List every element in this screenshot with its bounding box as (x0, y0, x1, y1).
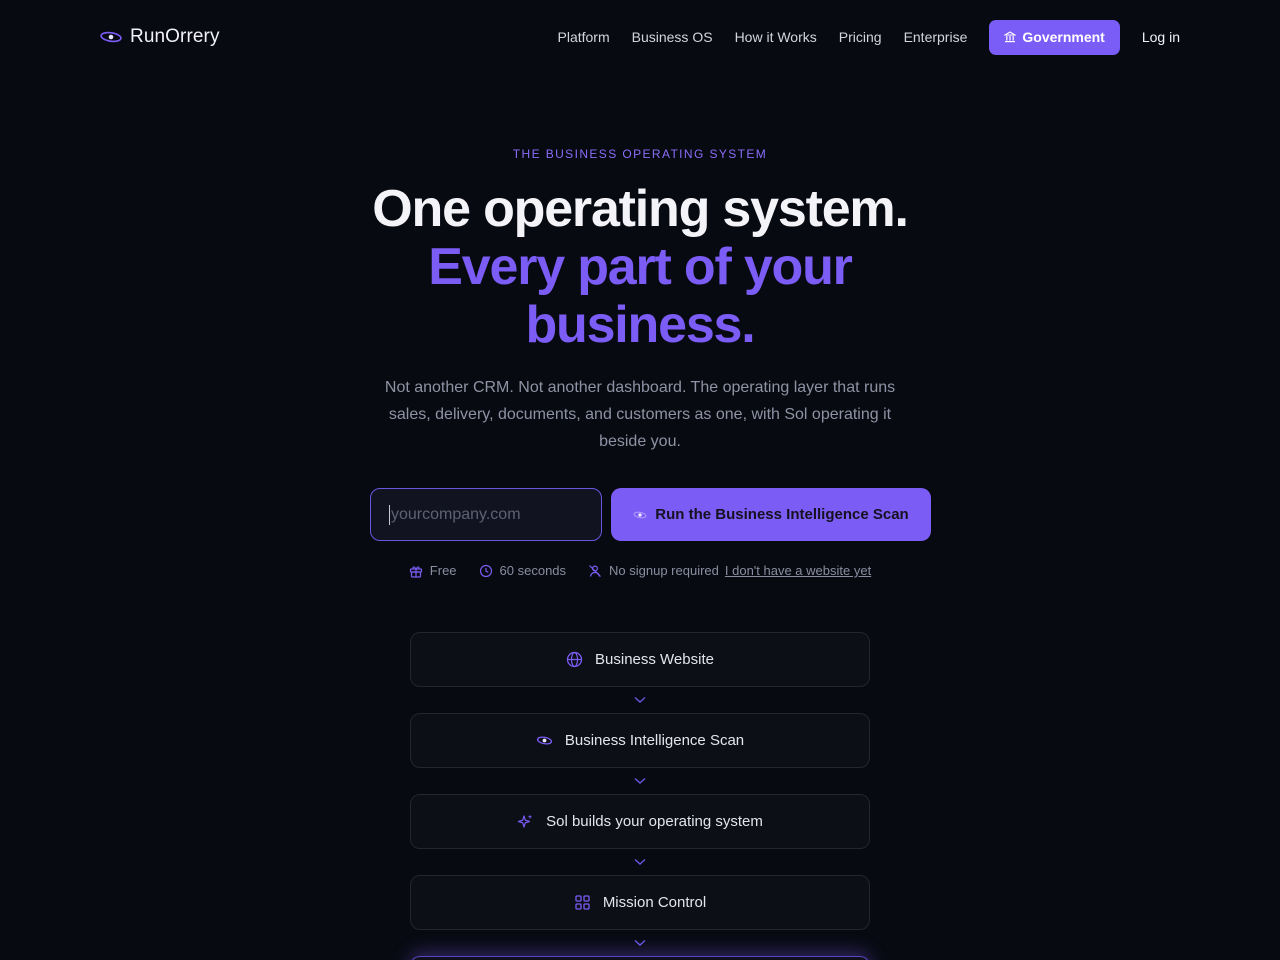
government-label: Government (1022, 29, 1105, 45)
run-scan-button[interactable]: Run the Business Intelligence Scan (611, 488, 931, 541)
login-link[interactable]: Log in (1142, 29, 1180, 45)
brand-name: RunOrrery (130, 26, 220, 47)
hero-headline: One operating system. Every part of your… (0, 180, 1280, 354)
flow-step-label: Business Website (595, 651, 714, 668)
hero-subtitle: Not another CRM. Not another dashboard. … (384, 379, 896, 450)
grid-icon (575, 895, 590, 910)
perks-row: Free 60 seconds No signup required I don… (0, 563, 1280, 578)
nav-link-platform[interactable]: Platform (558, 29, 610, 45)
globe-icon (566, 651, 583, 668)
chevron-down-icon (634, 858, 646, 865)
headline-line-1: One operating system. (372, 180, 909, 238)
perk-no-signup: No signup required (588, 563, 719, 578)
perk-free-label: Free (429, 563, 457, 578)
nav-link-how-it-works[interactable]: How it Works (735, 29, 817, 45)
brand[interactable]: RunOrrery (100, 26, 220, 48)
flow-step-next-partial (410, 956, 870, 960)
flow-step-intelligence-scan: Business Intelligence Scan (410, 713, 870, 768)
flow-step-sol-builds: Sol builds your operating system (410, 794, 870, 849)
nav-link-business-os[interactable]: Business OS (632, 29, 713, 45)
chevron-down-icon (634, 696, 646, 703)
sparkles-icon (518, 814, 533, 828)
government-button[interactable]: Government (989, 19, 1120, 55)
flow-arrow (410, 849, 870, 875)
chevron-down-icon (634, 939, 646, 946)
perk-no-signup-label: No signup required (609, 563, 719, 578)
flow-arrow (410, 930, 870, 956)
chevron-down-icon (634, 777, 646, 784)
run-scan-label: Run the Business Intelligence Scan (655, 506, 909, 523)
no-website-link[interactable]: I don't have a website yet (725, 563, 871, 578)
flow-step-business-website: Business Website (410, 632, 870, 687)
text-caret (389, 504, 390, 525)
domain-input-wrapper[interactable] (370, 488, 602, 541)
flow-step-label: Mission Control (602, 894, 707, 911)
eye-icon (633, 511, 647, 518)
nav-link-pricing[interactable]: Pricing (839, 29, 882, 45)
nav-links: Platform Business OS How it Works Pricin… (558, 19, 1180, 55)
page: RunOrrery Platform Business OS How it Wo… (0, 0, 1280, 960)
perk-time: 60 seconds (479, 563, 567, 578)
domain-input[interactable] (391, 505, 581, 524)
gift-icon (409, 565, 422, 578)
headline-line-2: Every part of your business. (428, 238, 853, 354)
logo-eye-icon (100, 31, 122, 43)
flow-arrow (410, 687, 870, 713)
flow-step-label: Sol builds your operating system (546, 813, 763, 830)
hero-eyebrow: THE BUSINESS OPERATING SYSTEM (512, 147, 768, 161)
flow-step-mission-control: Mission Control (410, 875, 870, 930)
building-icon (1004, 31, 1017, 43)
flow-arrow (410, 768, 870, 794)
nav-link-enterprise[interactable]: Enterprise (904, 29, 968, 45)
top-nav: RunOrrery Platform Business OS How it Wo… (0, 0, 1280, 74)
eye-icon (536, 736, 552, 745)
user-off-icon (589, 564, 601, 577)
perk-time-label: 60 seconds (499, 563, 567, 578)
flow-diagram: Business Website Business Intelligence S… (410, 632, 870, 960)
flow-step-label: Business Intelligence Scan (564, 732, 745, 749)
clock-icon (479, 564, 492, 577)
perk-free: Free (409, 563, 457, 578)
